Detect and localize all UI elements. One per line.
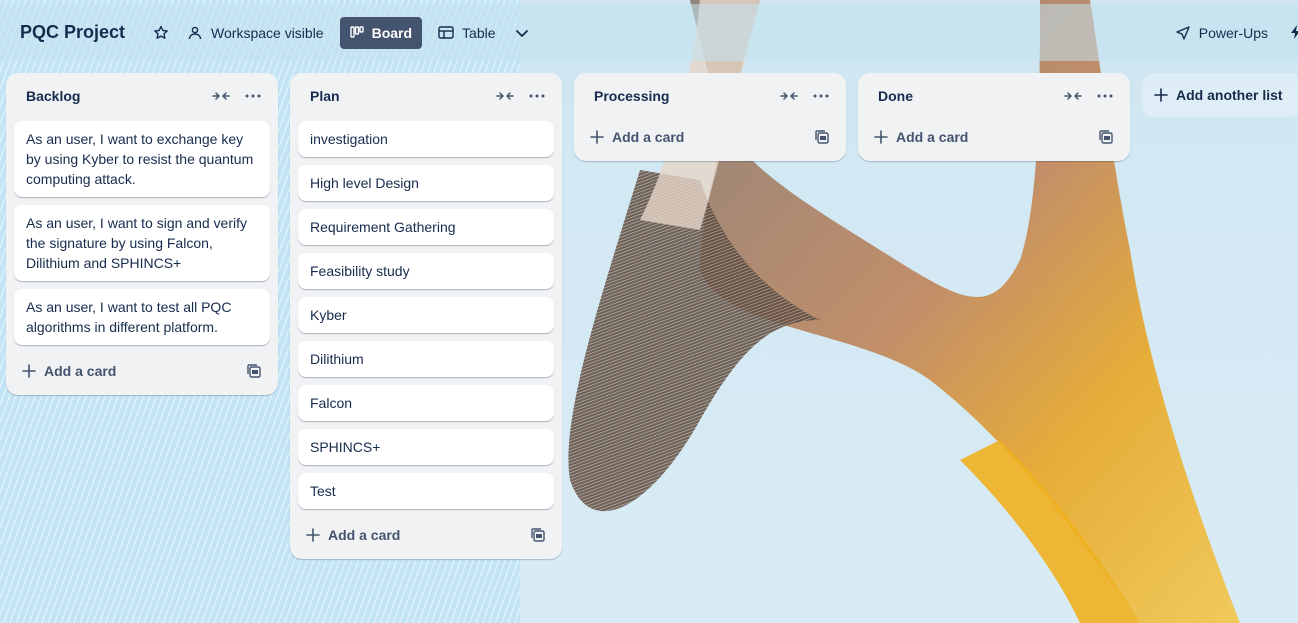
list-menu-button[interactable] xyxy=(1092,83,1118,109)
card[interactable]: High level Design xyxy=(298,165,554,201)
more-icon xyxy=(1097,94,1113,98)
template-icon xyxy=(815,130,829,144)
list-done: Done Add a card xyxy=(858,73,1130,161)
add-card-button[interactable]: Add a card xyxy=(306,527,528,543)
view-board-button[interactable]: Board xyxy=(339,16,423,49)
visibility-button[interactable]: Workspace visible xyxy=(177,17,334,49)
plus-icon xyxy=(874,130,888,144)
more-icon xyxy=(529,94,545,98)
collapse-icon xyxy=(780,92,798,100)
list-title[interactable]: Processing xyxy=(594,88,770,104)
views-dropdown-button[interactable] xyxy=(506,17,538,49)
template-icon xyxy=(1099,130,1113,144)
card-template-button[interactable] xyxy=(244,361,264,381)
card[interactable]: As an user, I want to test all PQC algor… xyxy=(14,289,270,345)
star-button[interactable] xyxy=(145,17,177,49)
add-card-label: Add a card xyxy=(612,129,685,145)
add-list-label: Add another list xyxy=(1176,87,1283,103)
list-backlog: Backlog As an user, I want to exchange k… xyxy=(6,73,278,395)
star-icon xyxy=(154,25,168,39)
board-title[interactable]: PQC Project xyxy=(20,22,125,43)
view-table-label: Table xyxy=(462,24,496,41)
collapse-list-button[interactable] xyxy=(776,83,802,109)
card-template-button[interactable] xyxy=(528,525,548,545)
card[interactable]: investigation xyxy=(298,121,554,157)
template-icon xyxy=(247,364,261,378)
collapse-list-button[interactable] xyxy=(1060,83,1086,109)
power-ups-label: Power-Ups xyxy=(1198,24,1268,41)
list-title[interactable]: Plan xyxy=(310,88,486,104)
collapse-list-button[interactable] xyxy=(492,83,518,109)
add-card-label: Add a card xyxy=(896,129,969,145)
more-icon xyxy=(245,94,261,98)
collapse-icon xyxy=(212,92,230,100)
view-table-button[interactable]: Table xyxy=(428,17,505,49)
card[interactable]: Kyber xyxy=(298,297,554,333)
card[interactable]: SPHINCS+ xyxy=(298,429,554,465)
add-card-label: Add a card xyxy=(328,527,401,543)
add-card-button[interactable]: Add a card xyxy=(590,129,812,145)
card[interactable]: Falcon xyxy=(298,385,554,421)
list-menu-button[interactable] xyxy=(240,83,266,109)
collapse-icon xyxy=(1064,92,1082,100)
view-board-label: Board xyxy=(371,24,413,41)
list-menu-button[interactable] xyxy=(808,83,834,109)
card[interactable]: Test xyxy=(298,473,554,509)
card[interactable]: Dilithium xyxy=(298,341,554,377)
collapse-icon xyxy=(496,92,514,100)
plus-icon xyxy=(22,364,36,378)
list-title[interactable]: Done xyxy=(878,88,1054,104)
plus-icon xyxy=(306,528,320,542)
people-icon xyxy=(188,26,202,39)
board-icon xyxy=(349,25,364,38)
card-template-button[interactable] xyxy=(812,127,832,147)
card[interactable]: Feasibility study xyxy=(298,253,554,289)
more-icon xyxy=(813,94,829,98)
list-plan: Plan investigation High level Design Req… xyxy=(290,73,562,559)
list-menu-button[interactable] xyxy=(524,83,550,109)
template-icon xyxy=(531,528,545,542)
add-card-button[interactable]: Add a card xyxy=(874,129,1096,145)
card[interactable]: As an user, I want to sign and verify th… xyxy=(14,205,270,281)
add-list-button[interactable]: Add another list xyxy=(1142,73,1298,117)
card-template-button[interactable] xyxy=(1096,127,1116,147)
plus-icon xyxy=(590,130,604,144)
power-ups-button[interactable]: Power-Ups xyxy=(1165,17,1278,49)
automation-icon[interactable] xyxy=(1288,24,1298,40)
add-card-button[interactable]: Add a card xyxy=(22,363,244,379)
rocket-icon xyxy=(1176,25,1190,40)
chevron-down-icon xyxy=(515,29,528,37)
table-icon xyxy=(438,25,454,39)
card[interactable]: As an user, I want to exchange key by us… xyxy=(14,121,270,197)
list-title[interactable]: Backlog xyxy=(26,88,202,104)
plus-icon xyxy=(1154,88,1168,102)
card[interactable]: Requirement Gathering xyxy=(298,209,554,245)
collapse-list-button[interactable] xyxy=(208,83,234,109)
visibility-label: Workspace visible xyxy=(211,24,324,41)
list-processing: Processing Add a card xyxy=(574,73,846,161)
add-card-label: Add a card xyxy=(44,363,117,379)
board-header: PQC Project Workspace visible Board Tabl… xyxy=(0,4,1298,61)
